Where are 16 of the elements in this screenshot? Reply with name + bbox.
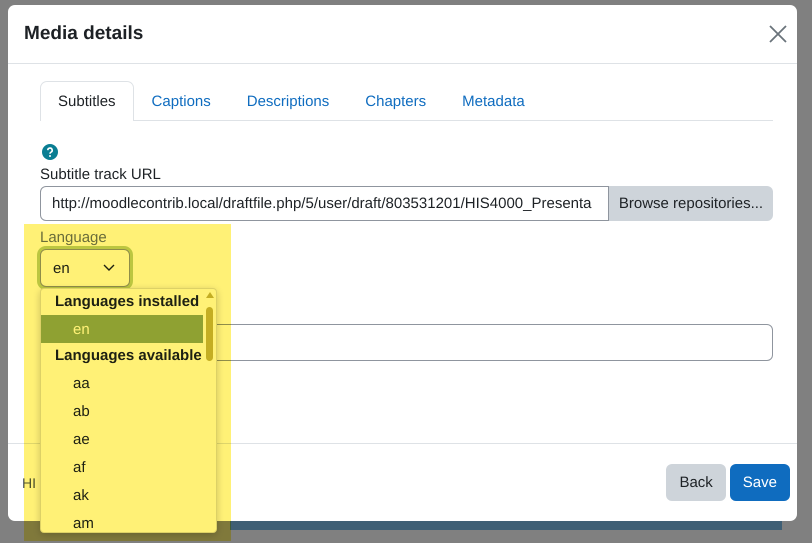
option-group-label: Languages installed <box>54 292 200 312</box>
tab[interactable]: Metadata <box>444 81 543 121</box>
close-icon[interactable] <box>769 25 787 43</box>
dialog-title: Media details <box>24 23 144 45</box>
field-label: Subtitle track URL <box>40 166 162 183</box>
tab[interactable]: Chapters <box>347 81 444 121</box>
tab[interactable]: Captions <box>134 81 229 121</box>
url-field[interactable]: http://moodlecontrib.local/draftfile.php/5/user/draft/803531201/HIS4000_Presenta <box>40 186 609 221</box>
tab[interactable]: Descriptions <box>228 81 348 121</box>
field-label: Language <box>40 229 108 246</box>
tab[interactable]: Subtitles <box>40 81 134 121</box>
option-group-label: Languages available <box>54 346 203 366</box>
save-button[interactable]: Save <box>730 464 790 501</box>
help-icon[interactable] <box>42 144 58 160</box>
back-button[interactable]: Back <box>666 464 726 501</box>
browse-button[interactable]: Browse repositories... <box>609 186 773 221</box>
